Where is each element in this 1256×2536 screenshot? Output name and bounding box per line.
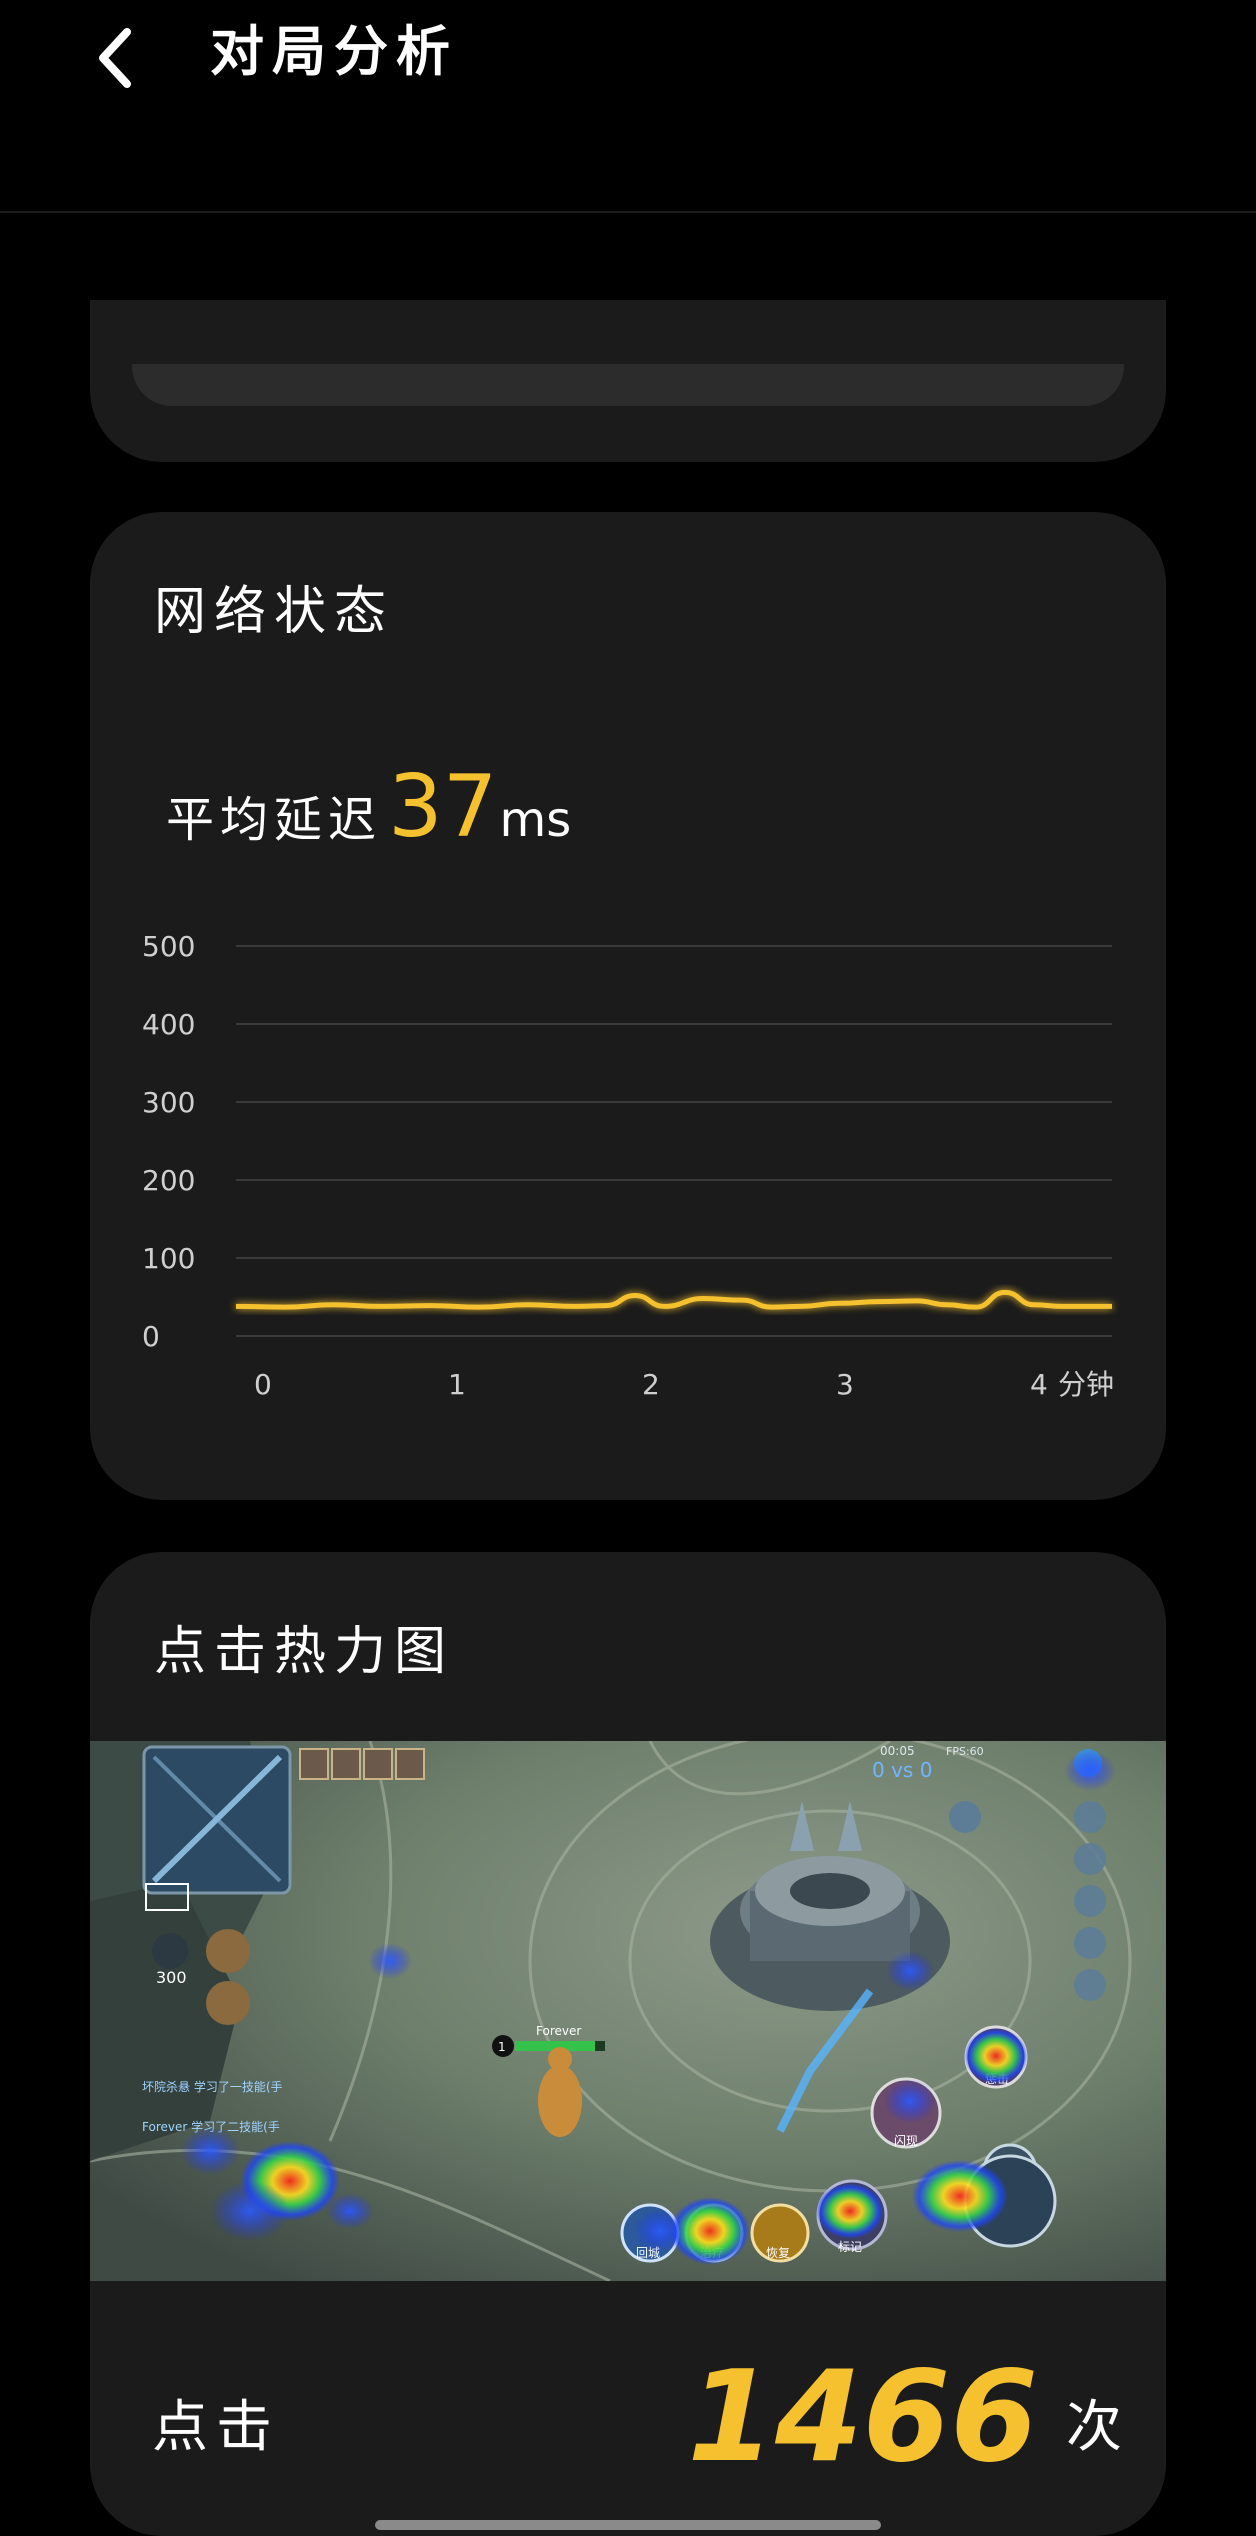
network-card-title: 网络状态 (154, 582, 395, 642)
chat-line-1: 坏院杀悬 学习了一技能(手 (142, 2079, 283, 2094)
skill-label-4: 标记 (838, 2240, 862, 2254)
y-tick-label: 100 (142, 1242, 195, 1275)
average-latency-unit: ms (499, 792, 572, 848)
x-tick-label: 0 (254, 1368, 272, 1401)
x-tick-label: 4 (1030, 1368, 1048, 1401)
average-latency-label: 平均延迟 (166, 792, 383, 848)
back-button[interactable] (80, 10, 150, 110)
game-score: 0 vs 0 (872, 1758, 932, 1782)
home-indicator[interactable] (375, 2520, 881, 2530)
y-tick-label: 400 (142, 1008, 195, 1041)
previous-card-bar (132, 364, 1124, 406)
gold-amount: 300 (156, 1968, 187, 1987)
clicks-unit: 次 (1066, 2395, 1122, 2460)
network-status-card: 网络状态 平均延迟 37 ms 0 100 200 300 400 500 0 1 2 3 4 分… (90, 512, 1166, 1500)
y-tick-label: 200 (142, 1164, 195, 1197)
heatmap-card-title: 点击热力图 (154, 1622, 455, 1682)
previous-card (90, 300, 1166, 462)
player-name: Forever (536, 2024, 581, 2038)
y-tick-label: 0 (142, 1320, 160, 1353)
x-tick-label: 2 (642, 1368, 660, 1401)
average-latency-value: 37 (388, 757, 498, 857)
y-tick-label: 500 (142, 930, 195, 963)
player-level: 1 (498, 2040, 506, 2054)
y-tick-label: 300 (142, 1086, 195, 1119)
top-bar: 对局分析 (0, 0, 1256, 212)
average-latency: 平均延迟 37 ms (166, 757, 571, 857)
latency-chart: 0 100 200 300 400 500 0 1 2 3 4 分钟 (142, 930, 1114, 1401)
clicks-count: 1466 (687, 2343, 1038, 2490)
game-timer: 00:05 (880, 1744, 915, 1758)
clicks-label: 点击 (152, 2395, 280, 2460)
heatmap-card: 点击热力图 00:05 0 vs 0 FPS:60 300 坏院杀悬 学习了一技… (90, 1552, 1166, 2536)
chevron-left-icon (93, 26, 137, 94)
skill-label-3: 恢复 (766, 2246, 790, 2260)
x-tick-label: 1 (448, 1368, 466, 1401)
skill-label-6: 闪现 (894, 2134, 918, 2148)
latency-series-line (235, 1289, 1112, 1310)
x-axis-unit: 分钟 (1058, 1368, 1114, 1401)
game-fps: FPS:60 (946, 1745, 984, 1758)
page-title: 对局分析 (210, 20, 458, 83)
click-heatmap-image: 00:05 0 vs 0 FPS:60 300 坏院杀悬 学习了一技能(手 Fo… (90, 1741, 1166, 2281)
x-tick-label: 3 (836, 1368, 854, 1401)
header-divider (0, 211, 1256, 213)
